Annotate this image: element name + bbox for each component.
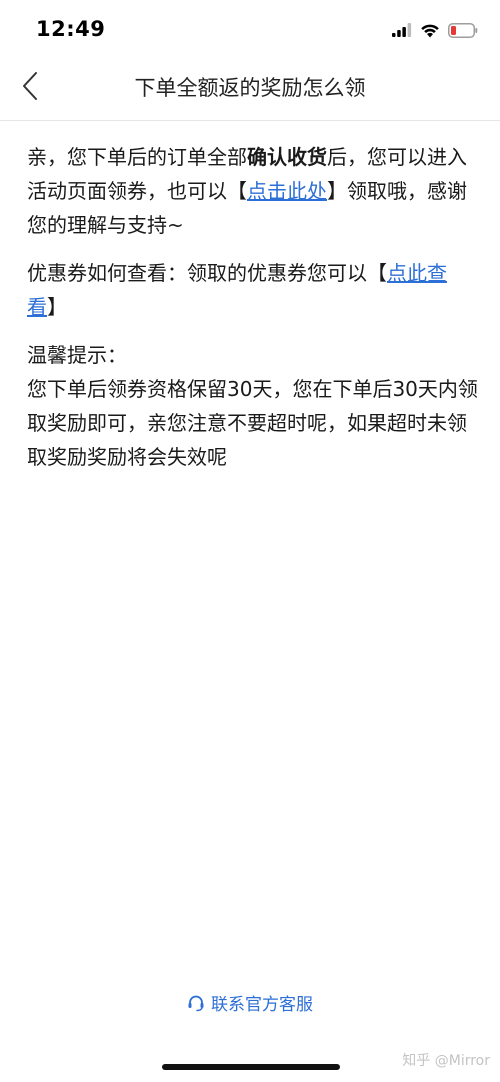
wifi-icon [420,23,440,38]
click-here-link[interactable]: 点击此处 [247,179,327,203]
p2-text-after: 】 [47,295,67,319]
paragraph-claim-reward: 亲，您下单后的订单全部确认收货后，您可以进入活动页面领券，也可以【点击此处】领取… [27,140,478,242]
battery-icon [448,22,478,38]
home-indicator[interactable] [162,1064,340,1070]
status-bar: 12:49 [0,0,500,56]
content: 亲，您下单后的订单全部确认收货后，您可以进入活动页面领券，也可以【点击此处】领取… [27,140,478,488]
paragraph-view-coupon: 优惠券如何查看：领取的优惠券您可以【点此查看】 [27,256,478,324]
back-button[interactable] [10,68,50,108]
tip-body: 您下单后领券资格保留30天，您在下单后30天内领取奖励即可，亲您注意不要超时呢，… [27,377,478,469]
headset-icon [187,994,205,1012]
status-time: 12:49 [36,17,106,41]
chevron-left-icon [21,71,39,105]
watermark: 知乎 @Mirror [402,1053,490,1069]
tip-title: 温馨提示： [27,343,127,367]
nav-bar: 下单全额返的奖励怎么领 [0,56,500,121]
page-title: 下单全额返的奖励怎么领 [134,76,366,100]
p2-text-before: 优惠券如何查看：领取的优惠券您可以【 [27,261,387,285]
paragraph-tip: 温馨提示： 您下单后领券资格保留30天，您在下单后30天内领取奖励即可，亲您注意不… [27,338,478,474]
status-icons [392,20,478,40]
contact-service-label: 联系官方客服 [211,995,313,1015]
contact-service-button[interactable]: 联系官方客服 [0,990,500,1015]
screen: 12:49 下单全额返的奖励怎么领 亲，您下单后的订单全部确认收货后，您可以进入… [0,0,500,1082]
p1-bold-text: 确认收货 [247,145,327,169]
signal-icon [392,23,412,37]
p1-text-before: 亲，您下单后的订单全部 [27,145,247,169]
